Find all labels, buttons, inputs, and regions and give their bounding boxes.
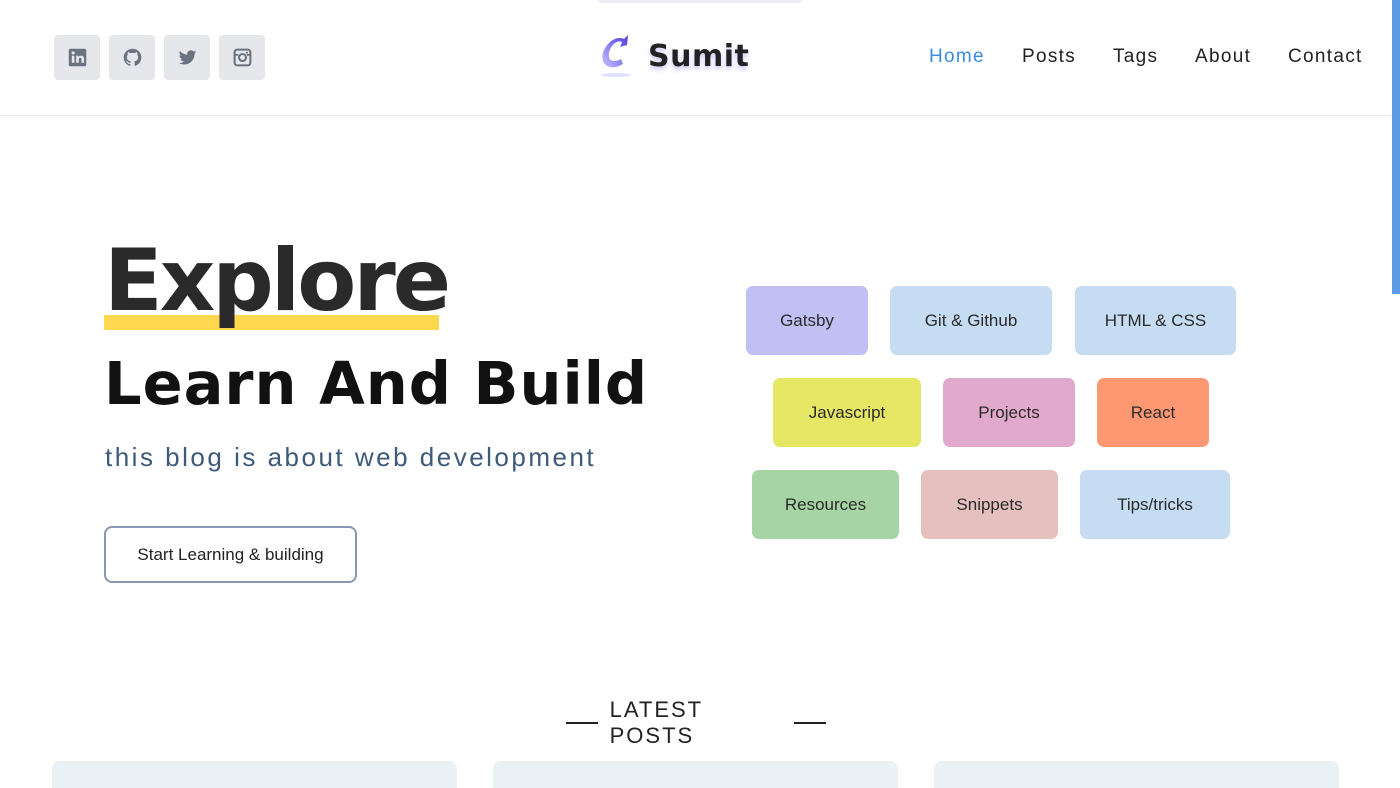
latest-posts-label: LATEST POSTS [609,697,703,748]
hero-title: Explore [104,238,451,324]
tag-react[interactable]: React [1097,378,1209,447]
github-link[interactable] [109,35,155,80]
scrollbar-thumb[interactable] [1392,0,1400,294]
tag-resources[interactable]: Resources [752,470,899,539]
social-links [54,35,265,80]
site-header: Sumit Home Posts Tags About Contact [0,0,1400,116]
nav-about[interactable]: About [1195,46,1251,68]
tag-javascript[interactable]: Javascript [773,378,921,447]
tag-projects[interactable]: Projects [943,378,1075,447]
start-learning-button[interactable]: Start Learning & building [104,526,357,583]
tag-snippets[interactable]: Snippets [921,470,1058,539]
brand-logo[interactable]: Sumit [594,33,749,79]
tag-git-github[interactable]: Git & Github [890,286,1052,355]
logo-icon [601,35,631,77]
nav-posts[interactable]: Posts [1022,46,1076,68]
hero-tagline: this blog is about web development [105,442,597,472]
tag-gatsby[interactable]: Gatsby [746,286,868,355]
post-card[interactable] [493,761,898,788]
hero-title-text: Explore [104,231,451,331]
nav-tags[interactable]: Tags [1113,46,1158,68]
instagram-icon [233,48,251,67]
heading-rule-right [794,722,826,724]
post-card[interactable] [934,761,1339,788]
github-icon [123,48,141,66]
nav-home[interactable]: Home [929,46,985,68]
post-card[interactable] [52,761,457,788]
latest-posts-heading: LATEST POSTS [566,697,826,748]
hero-subtitle: Learn And Build [104,349,649,418]
linkedin-link[interactable] [54,35,100,80]
twitter-icon [178,50,196,65]
twitter-link[interactable] [164,35,210,80]
top-glow-decoration [598,0,802,3]
nav-contact[interactable]: Contact [1288,46,1363,68]
brand-name: Sumit [648,38,750,74]
instagram-link[interactable] [219,35,265,80]
tag-tips-tricks[interactable]: Tips/tricks [1080,470,1230,539]
tag-html-css[interactable]: HTML & CSS [1075,286,1236,355]
linkedin-icon [68,48,86,67]
heading-rule-left [566,722,598,724]
